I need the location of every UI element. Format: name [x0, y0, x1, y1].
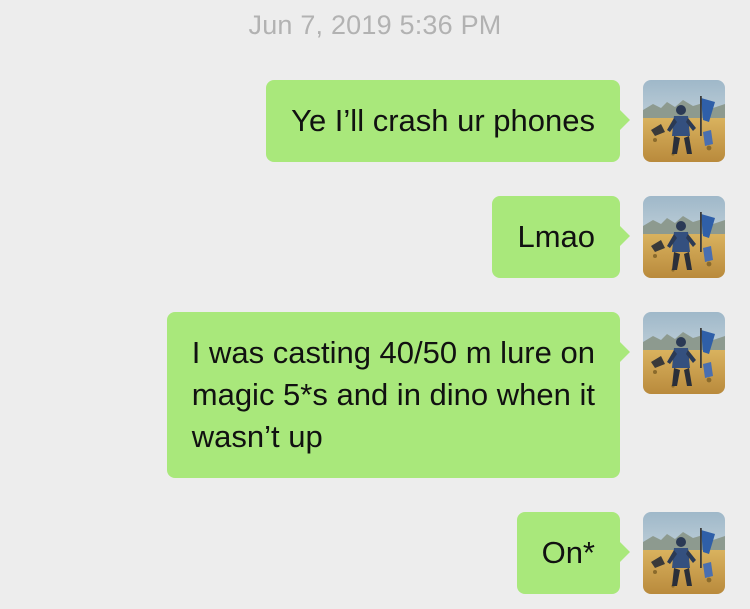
game-character-avatar-icon: [643, 312, 725, 394]
message-text: wasn’t up: [191, 419, 323, 454]
message-bubble[interactable]: Lmao: [492, 196, 630, 278]
avatar[interactable]: [643, 312, 725, 394]
message-text: magic 5*s and in dino when it: [191, 377, 595, 412]
chat-timestamp: Jun 7, 2019 5:36 PM: [248, 10, 502, 40]
avatar[interactable]: [643, 80, 725, 162]
game-character-avatar-icon: [643, 196, 725, 278]
game-character-avatar-icon: [643, 512, 725, 594]
game-character-avatar-icon: [643, 80, 725, 162]
avatar[interactable]: [643, 512, 725, 594]
message-bubble[interactable]: Ye I’ll crash ur phones: [266, 80, 630, 162]
message-bubble[interactable]: On*: [516, 512, 631, 594]
message-text: On*: [541, 535, 595, 570]
message-text: Ye I’ll crash ur phones: [291, 103, 595, 138]
message-bubble[interactable]: I was casting 40/50 m lure on magic 5*s …: [166, 312, 631, 478]
message-text: I was casting 40/50 m lure on: [191, 335, 595, 370]
message-text: Lmao: [517, 219, 595, 254]
avatar[interactable]: [643, 196, 725, 278]
